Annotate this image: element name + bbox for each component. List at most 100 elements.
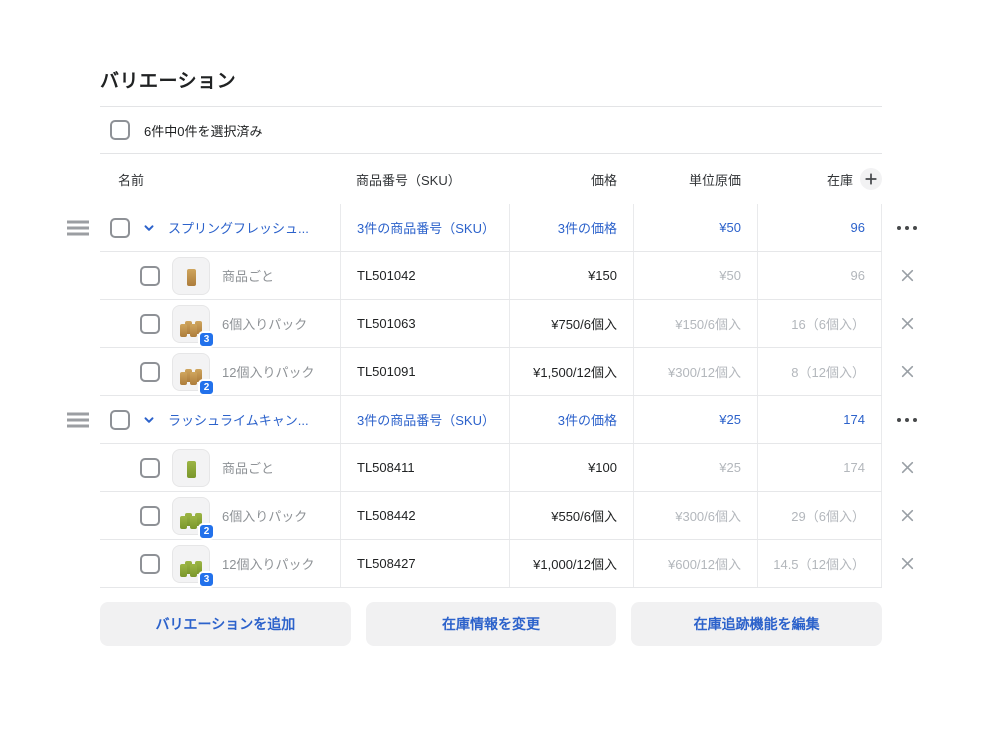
- chevron-down-icon[interactable]: [143, 222, 155, 234]
- variant-cost: ¥300/6個入: [633, 492, 757, 539]
- variant-cost: ¥50: [633, 252, 757, 299]
- chevron-down-icon[interactable]: [143, 414, 155, 426]
- remove-variant-button[interactable]: [895, 504, 919, 528]
- header-cost: 単位原価: [633, 170, 757, 189]
- remove-variant-button[interactable]: [895, 456, 919, 480]
- variant-cost: ¥25: [633, 444, 757, 491]
- variant-row: 商品ごと TL508411 ¥100 ¥25 174: [100, 444, 882, 492]
- plus-icon: [865, 173, 877, 185]
- variant-name: 12個入りパック: [222, 362, 314, 381]
- x-icon: [900, 460, 915, 475]
- variant-sku: TL501042: [340, 252, 509, 299]
- edit-inventory-tracking-button[interactable]: 在庫追跡機能を編集: [631, 602, 882, 646]
- more-actions-button[interactable]: [895, 216, 919, 240]
- pack-count-badge: 2: [198, 523, 215, 540]
- variant-checkbox[interactable]: [140, 314, 160, 334]
- variant-row: 商品ごと TL501042 ¥150 ¥50 96: [100, 252, 882, 300]
- variant-row: 2 12個入りパック TL501091 ¥1,500/12個入 ¥300/12個…: [100, 348, 882, 396]
- variant-row: 3 6個入りパック TL501063 ¥750/6個入 ¥150/6個入 16（…: [100, 300, 882, 348]
- variant-cost: ¥150/6個入: [633, 300, 757, 347]
- group-sku-cell: 3件の商品番号（SKU）: [340, 396, 509, 443]
- more-actions-button[interactable]: [895, 408, 919, 432]
- product-thumbnail: 3: [172, 305, 210, 343]
- header-name: 名前: [100, 170, 340, 189]
- add-column-button[interactable]: [860, 168, 882, 190]
- variant-group-row: ラッシュライムキャン... 3件の商品番号（SKU） 3件の価格 ¥25 174: [100, 396, 882, 444]
- variant-row: 2 6個入りパック TL508442 ¥550/6個入 ¥300/6個入 29（…: [100, 492, 882, 540]
- group-checkbox[interactable]: [110, 218, 130, 238]
- pack-count-badge: 2: [198, 379, 215, 396]
- product-thumbnail: 2: [172, 497, 210, 535]
- group-name-cell: スプリングフレッシュ...: [100, 204, 340, 251]
- variant-cost: ¥600/12個入: [633, 540, 757, 587]
- variations-card: バリエーション 6件中0件を選択済み 名前 商品番号（SKU） 価格 単位原価 …: [100, 66, 882, 646]
- page-title: バリエーション: [100, 66, 882, 93]
- variant-price: ¥1,500/12個入: [509, 348, 633, 395]
- remove-variant-button[interactable]: [895, 360, 919, 384]
- header-sku: 商品番号（SKU）: [340, 170, 509, 189]
- variant-name: 商品ごと: [222, 458, 274, 477]
- group-stock-value: 96: [851, 220, 865, 235]
- add-variation-button[interactable]: バリエーションを追加: [100, 602, 351, 646]
- variant-sku: TL508442: [340, 492, 509, 539]
- variant-stock: 96: [757, 252, 882, 299]
- variant-name-cell: 商品ごと: [100, 252, 340, 299]
- select-all-checkbox[interactable]: [110, 120, 130, 140]
- variant-checkbox[interactable]: [140, 266, 160, 286]
- variant-stock: 16（6個入）: [757, 300, 882, 347]
- drag-handle-icon[interactable]: [67, 408, 89, 431]
- variant-checkbox[interactable]: [140, 458, 160, 478]
- selection-count-label: 6件中0件を選択済み: [144, 121, 262, 140]
- product-thumbnail: 2: [172, 353, 210, 391]
- variant-checkbox[interactable]: [140, 554, 160, 574]
- remove-variant-button[interactable]: [895, 264, 919, 288]
- variant-checkbox[interactable]: [140, 362, 160, 382]
- group-price-summary-link[interactable]: 3件の価格: [558, 410, 617, 429]
- group-stock-cell: 174: [757, 396, 882, 443]
- variant-name-cell: 3 6個入りパック: [100, 300, 340, 347]
- group-cost-value: ¥25: [719, 412, 741, 427]
- variant-price: ¥750/6個入: [509, 300, 633, 347]
- change-inventory-button[interactable]: 在庫情報を変更: [366, 602, 617, 646]
- product-thumbnail: 3: [172, 545, 210, 583]
- variant-name: 6個入りパック: [222, 314, 307, 333]
- group-sku-summary-link[interactable]: 3件の商品番号（SKU）: [357, 218, 495, 237]
- variant-row: 3 12個入りパック TL508427 ¥1,000/12個入 ¥600/12個…: [100, 540, 882, 588]
- variant-stock: 174: [757, 444, 882, 491]
- variant-cost: ¥300/12個入: [633, 348, 757, 395]
- group-name-link[interactable]: ラッシュライムキャン...: [168, 410, 309, 429]
- variant-sku: TL501063: [340, 300, 509, 347]
- group-sku-summary-link[interactable]: 3件の商品番号（SKU）: [357, 410, 495, 429]
- group-price-summary-link[interactable]: 3件の価格: [558, 218, 617, 237]
- group-sku-cell: 3件の商品番号（SKU）: [340, 204, 509, 251]
- x-icon: [900, 268, 915, 283]
- header-price: 価格: [509, 170, 633, 189]
- variant-name: 6個入りパック: [222, 506, 307, 525]
- variant-price: ¥100: [509, 444, 633, 491]
- drag-handle-icon[interactable]: [67, 216, 89, 239]
- group-name-link[interactable]: スプリングフレッシュ...: [168, 218, 309, 237]
- variant-stock: 8（12個入）: [757, 348, 882, 395]
- variant-stock: 14.5（12個入）: [757, 540, 882, 587]
- product-thumbnail: [172, 257, 210, 295]
- variant-name: 商品ごと: [222, 266, 274, 285]
- group-price-cell: 3件の価格: [509, 396, 633, 443]
- group-name-cell: ラッシュライムキャン...: [100, 396, 340, 443]
- group-checkbox[interactable]: [110, 410, 130, 430]
- group-stock-value: 174: [843, 412, 865, 427]
- x-icon: [900, 316, 915, 331]
- variant-name-cell: 2 12個入りパック: [100, 348, 340, 395]
- remove-variant-button[interactable]: [895, 312, 919, 336]
- group-stock-cell: 96: [757, 204, 882, 251]
- variant-name-cell: 商品ごと: [100, 444, 340, 491]
- group-cost-cell: ¥25: [633, 396, 757, 443]
- variant-name-cell: 3 12個入りパック: [100, 540, 340, 587]
- variant-group-row: スプリングフレッシュ... 3件の商品番号（SKU） 3件の価格 ¥50 96: [100, 204, 882, 252]
- variant-price: ¥550/6個入: [509, 492, 633, 539]
- variant-sku: TL501091: [340, 348, 509, 395]
- variant-sku: TL508411: [340, 444, 509, 491]
- remove-variant-button[interactable]: [895, 552, 919, 576]
- variant-price: ¥150: [509, 252, 633, 299]
- group-price-cell: 3件の価格: [509, 204, 633, 251]
- variant-checkbox[interactable]: [140, 506, 160, 526]
